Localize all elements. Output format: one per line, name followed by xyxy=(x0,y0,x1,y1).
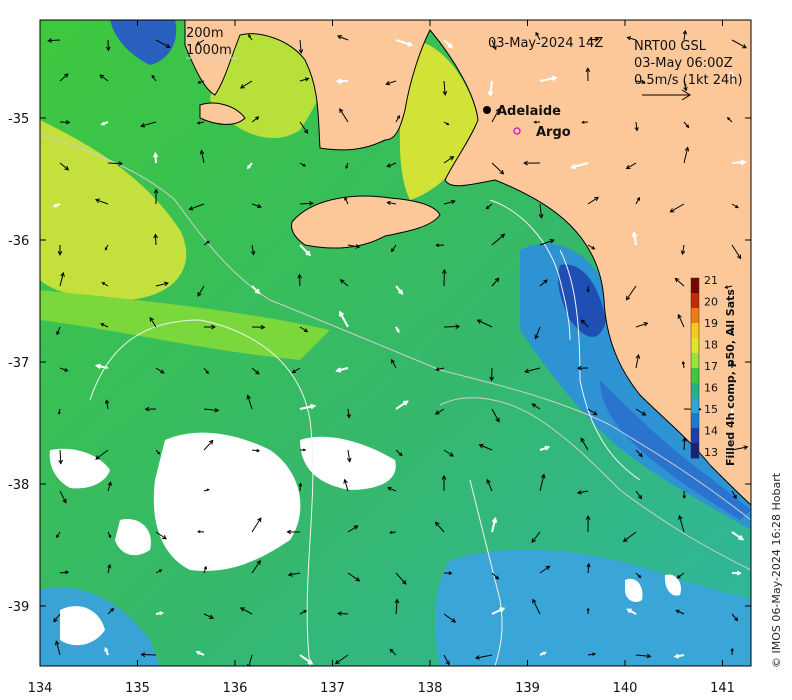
colorbar-segment xyxy=(691,443,699,459)
colorbar-tick-label: 19 xyxy=(704,317,718,330)
arrow-scale-label: 0.5m/s (1kt 24h) xyxy=(634,73,743,88)
colorbar-tick-label: 15 xyxy=(704,403,718,416)
colorbar-segment xyxy=(691,293,699,309)
lon-tick-label: 136 xyxy=(223,681,248,696)
date-title: 03-May-2024 14Z xyxy=(488,36,603,51)
lat-tick-label: -36 xyxy=(8,234,29,249)
colorbar-segment xyxy=(691,413,699,429)
colorbar-tick-label: 16 xyxy=(704,382,718,395)
colorbar-segment xyxy=(691,278,699,294)
colorbar-tick-label: 17 xyxy=(704,360,718,373)
colorbar-tick-label: 18 xyxy=(704,339,718,352)
colorbar-segment xyxy=(691,428,699,444)
colorbar-tick-label: 21 xyxy=(704,274,718,287)
argo-label: Argo xyxy=(536,125,571,140)
lat-tick-label: -35 xyxy=(8,112,29,127)
adelaide-marker xyxy=(483,106,491,114)
lon-tick-label: 141 xyxy=(710,681,735,696)
colorbar-segment xyxy=(691,338,699,354)
product-label: NRT00 GSL xyxy=(634,39,707,54)
map-plot-area xyxy=(40,20,751,666)
colorbar-segment xyxy=(691,383,699,399)
lon-tick-label: 135 xyxy=(125,681,150,696)
lat-tick-label: -38 xyxy=(8,478,29,493)
copyright-notice: © IMOS 06-May-2024 16:28 Hobart xyxy=(770,472,783,668)
lon-tick-label: 138 xyxy=(418,681,443,696)
lon-tick-label: 139 xyxy=(515,681,540,696)
lon-tick-label: 137 xyxy=(320,681,345,696)
lon-tick-label: 134 xyxy=(28,681,53,696)
lon-tick-label: 140 xyxy=(613,681,638,696)
colorbar-segment xyxy=(691,368,699,384)
colorbar-tick-label: 14 xyxy=(704,425,718,438)
current-time-label: 03-May 06:00Z xyxy=(634,56,733,71)
colorbar-segment xyxy=(691,353,699,369)
sst-map: 134 135 136 137 138 139 140 141 -35 -36 -37 -38 -39… xyxy=(8,19,752,696)
isobath-label-200m: 200m xyxy=(186,26,223,41)
lat-tick-label: -37 xyxy=(8,356,29,371)
colorbar-label: Filled 4h comp, p50, All Sats xyxy=(724,289,737,466)
temperature-colorbar: 21 20 19 18 17 16 15 14 13 xyxy=(690,274,718,459)
isobath-label-1000m: 1000m xyxy=(186,43,232,58)
adelaide-label: Adelaide xyxy=(497,104,561,119)
colorbar-tick-label: 13 xyxy=(704,446,718,459)
colorbar-segment xyxy=(691,398,699,414)
colorbar-segment xyxy=(691,323,699,339)
colorbar-tick-label: 20 xyxy=(704,296,718,309)
lat-tick-label: -39 xyxy=(8,600,29,615)
colorbar-segment xyxy=(691,308,699,324)
